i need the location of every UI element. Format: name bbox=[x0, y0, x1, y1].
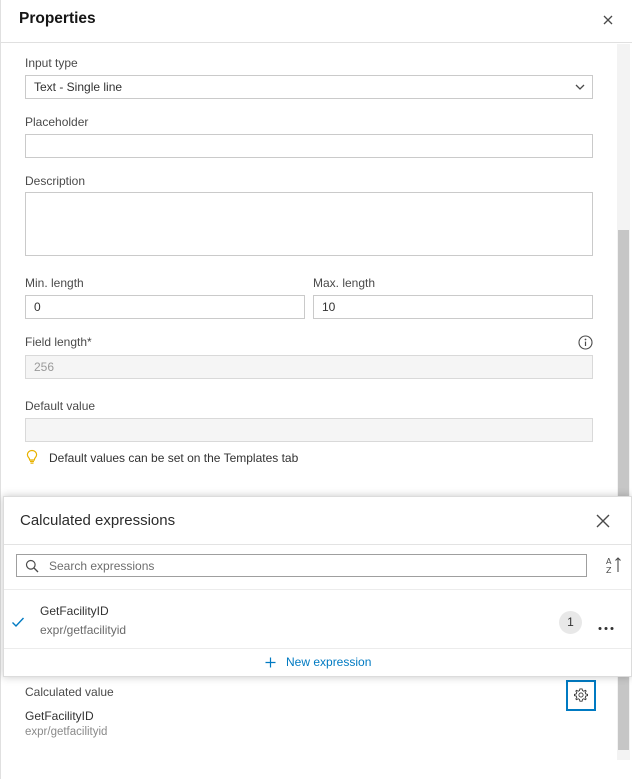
min-length-label: Min. length bbox=[25, 276, 84, 290]
input-type-value: Text - Single line bbox=[34, 80, 123, 94]
field-length-label: Field length* bbox=[25, 335, 92, 349]
min-length-input[interactable]: 0 bbox=[25, 295, 305, 319]
max-length-input[interactable]: 10 bbox=[313, 295, 593, 319]
popover-header: Calculated expressions bbox=[4, 497, 631, 545]
lightbulb-icon bbox=[25, 449, 39, 465]
panel-title: Properties bbox=[19, 10, 96, 27]
usage-count-badge: 1 bbox=[559, 611, 582, 634]
expression-path: expr/getfacilityid bbox=[40, 623, 127, 637]
svg-text:Z: Z bbox=[606, 566, 612, 575]
close-icon[interactable] bbox=[594, 512, 612, 530]
more-icon[interactable] bbox=[597, 620, 615, 630]
search-icon bbox=[25, 559, 39, 573]
svg-text:A: A bbox=[606, 557, 612, 566]
default-value-hint: Default values can be set on the Templat… bbox=[49, 451, 299, 465]
description-label: Description bbox=[25, 174, 86, 188]
calculated-expressions-button[interactable] bbox=[566, 680, 596, 711]
panel-header: Properties bbox=[1, 0, 632, 43]
calculated-value-path: expr/getfacilityid bbox=[25, 726, 108, 738]
calculated-value-label: Calculated value bbox=[25, 685, 114, 699]
calculated-expressions-popover: Calculated expressions Search expression… bbox=[3, 496, 632, 677]
input-type-select[interactable]: Text - Single line bbox=[25, 75, 593, 99]
expression-list-item[interactable]: GetFacilityID expr/getfacilityid 1 bbox=[4, 589, 631, 647]
default-value-input bbox=[25, 418, 593, 442]
default-value-label: Default value bbox=[25, 399, 96, 413]
search-input[interactable]: Search expressions bbox=[16, 554, 587, 577]
description-textarea[interactable] bbox=[25, 192, 593, 256]
calculated-value-name: GetFacilityID bbox=[25, 709, 94, 723]
field-length-input: 256 bbox=[25, 355, 593, 379]
gear-icon bbox=[574, 688, 588, 702]
placeholder-label: Placeholder bbox=[25, 115, 89, 129]
max-length-label: Max. length bbox=[313, 276, 376, 290]
plus-icon bbox=[265, 657, 276, 668]
sort-icon[interactable]: A Z bbox=[605, 555, 623, 575]
chevron-down-icon bbox=[574, 81, 586, 93]
check-icon bbox=[11, 616, 25, 628]
search-placeholder: Search expressions bbox=[49, 559, 155, 573]
input-type-label: Input type bbox=[25, 56, 78, 70]
expression-name: GetFacilityID bbox=[40, 604, 109, 618]
close-icon[interactable] bbox=[599, 11, 617, 29]
new-expression-button[interactable]: New expression bbox=[4, 648, 631, 676]
popover-title: Calculated expressions bbox=[20, 512, 176, 529]
info-icon[interactable] bbox=[578, 335, 593, 350]
placeholder-input[interactable] bbox=[25, 134, 593, 158]
new-expression-label: New expression bbox=[286, 655, 372, 669]
